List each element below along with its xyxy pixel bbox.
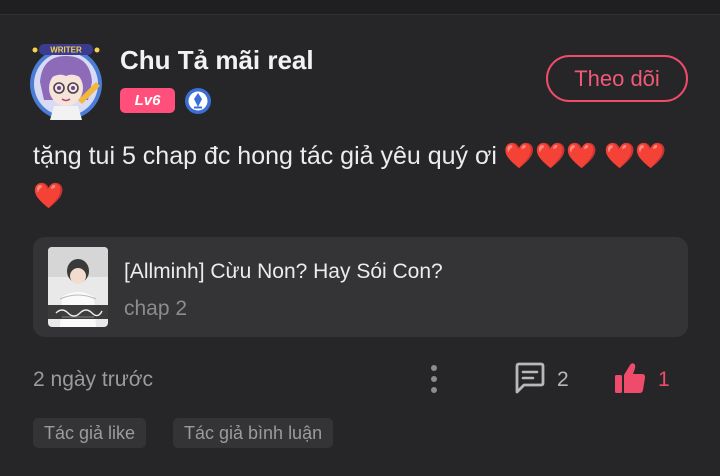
thumbs-up-icon[interactable] <box>612 361 648 395</box>
story-chapter: chap 2 <box>124 297 188 320</box>
level-badge: Lv6 <box>120 88 175 113</box>
more-vertical-icon[interactable] <box>422 362 446 396</box>
svg-text:WRITER: WRITER <box>50 46 82 55</box>
avatar[interactable]: WRITER <box>26 42 106 122</box>
follow-button[interactable]: Theo dõi <box>546 55 688 102</box>
like-count: 1 <box>658 368 670 391</box>
tag-author-commented: Tác giả bình luận <box>173 418 334 448</box>
top-divider <box>0 0 720 15</box>
story-title: [Allminh] Cừu Non? Hay Sói Con? <box>124 260 443 283</box>
timestamp: 2 ngày trước <box>33 368 154 391</box>
comment-count: 2 <box>557 368 569 391</box>
username[interactable]: Chu Tả mãi real <box>120 45 314 76</box>
comment-text: tặng tui 5 chap đc hong tác giả yêu quý … <box>33 142 667 210</box>
story-card[interactable]: [Allminh] Cừu Non? Hay Sói Con? chap 2 <box>33 237 688 337</box>
story-cover-image <box>48 247 108 327</box>
writer-avatar-image: WRITER <box>30 44 102 120</box>
medal-icon <box>184 87 212 115</box>
tag-author-liked: Tác giả like <box>33 418 147 448</box>
comment-icon[interactable] <box>512 361 548 395</box>
